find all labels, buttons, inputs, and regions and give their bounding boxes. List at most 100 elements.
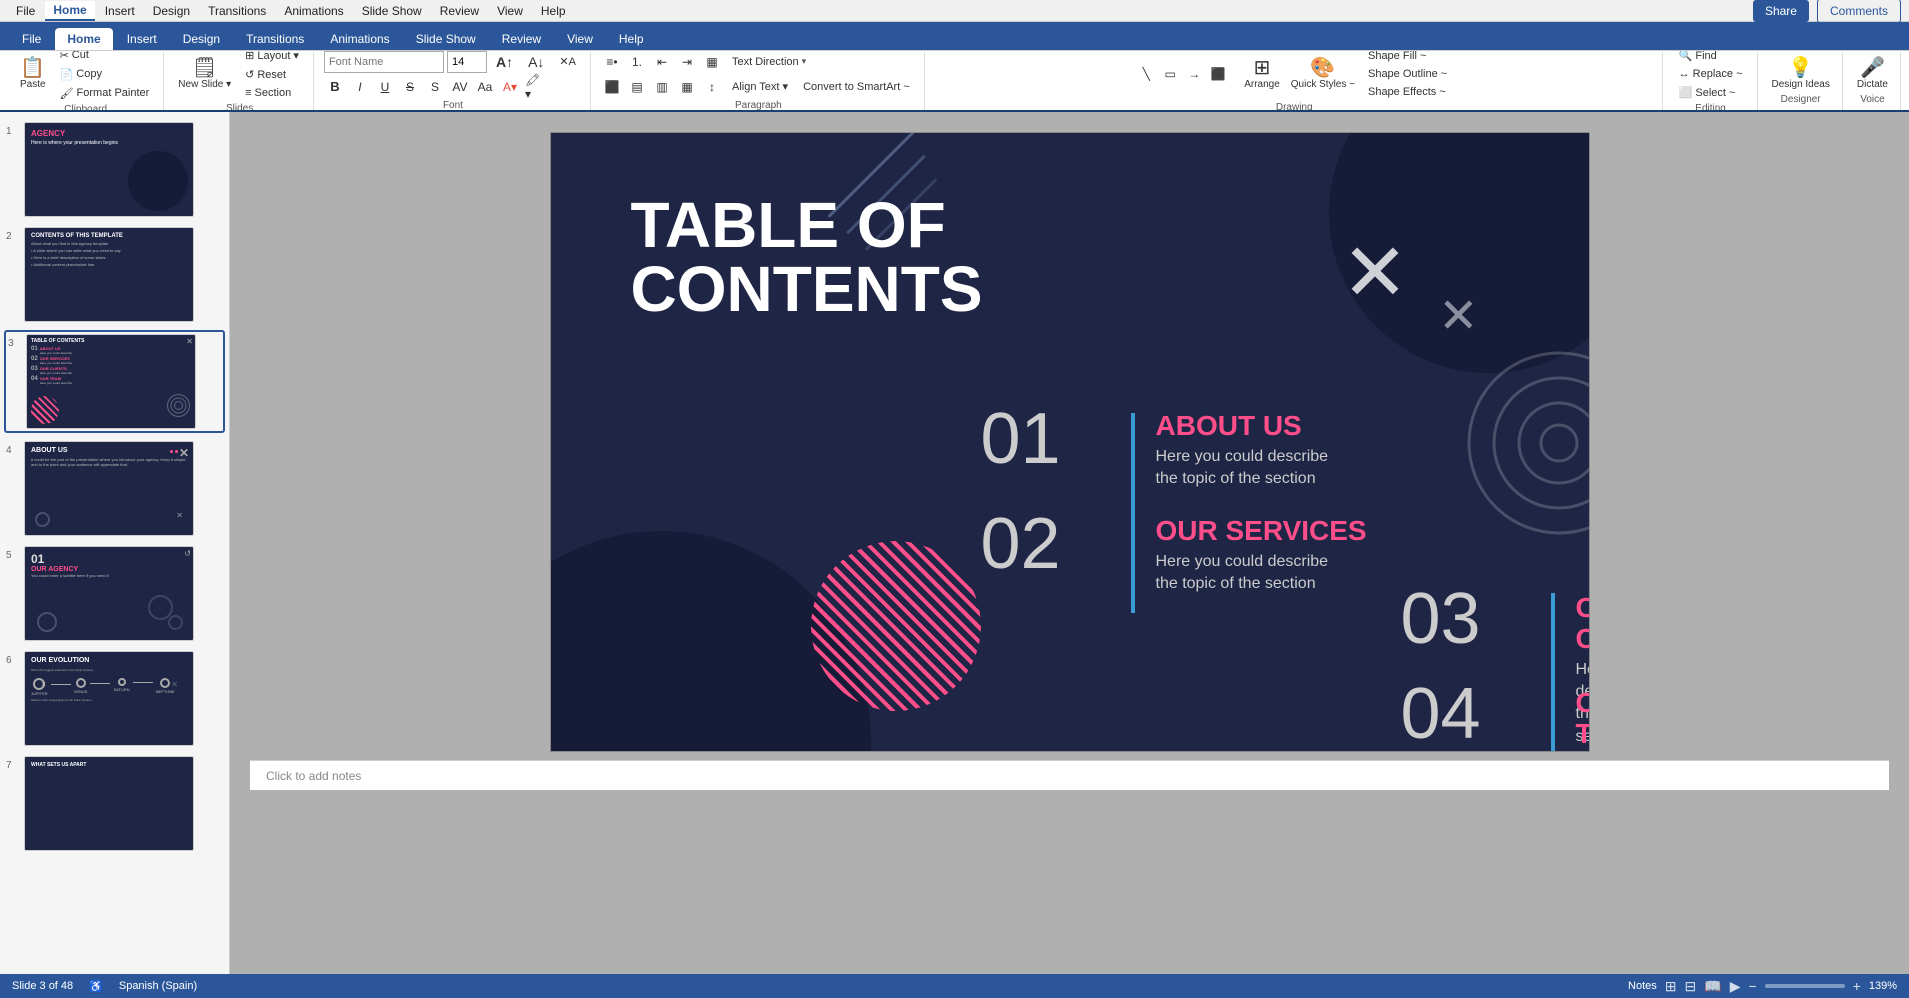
- comments-button[interactable]: Comments: [1817, 0, 1901, 23]
- numbering-button[interactable]: 1.: [626, 51, 648, 73]
- shape-outline-button[interactable]: Shape Outline ~: [1362, 66, 1453, 82]
- align-left-button[interactable]: ⬛: [601, 76, 623, 98]
- slide-preview-6: OUR EVOLUTION We're the biggest potentia…: [24, 651, 194, 746]
- slide-thumb-5[interactable]: 5 ↺ 01 OUR AGENCY You could enter a subt…: [4, 544, 225, 643]
- italic-button[interactable]: I: [349, 76, 371, 98]
- paste-button[interactable]: 📋 Paste: [16, 56, 50, 92]
- fontcolor-button[interactable]: A▾: [499, 76, 521, 98]
- text-direction-button[interactable]: Text Direction▾: [726, 54, 812, 70]
- line-spacing-button[interactable]: ↕: [701, 76, 723, 98]
- align-right-button[interactable]: ▥: [651, 76, 673, 98]
- new-slide-button[interactable]: 🗒 New Slide ▾: [174, 56, 235, 92]
- slide-thumb-1[interactable]: 1 AGENCY Here is where your presentation…: [4, 120, 225, 219]
- slide-info: Slide 3 of 48: [12, 980, 73, 992]
- menu-design[interactable]: Design: [145, 2, 198, 20]
- smartart-button[interactable]: Convert to SmartArt ~: [797, 79, 916, 95]
- quick-styles-button[interactable]: 🎨 Quick Styles ~: [1287, 56, 1359, 92]
- tab-home[interactable]: Home: [55, 28, 112, 50]
- tab-view[interactable]: View: [555, 28, 605, 50]
- status-bar: Slide 3 of 48 ♿ Spanish (Spain) Notes ⊞ …: [0, 974, 1909, 998]
- tab-design[interactable]: Design: [171, 28, 232, 50]
- shapes-more-button[interactable]: ⬛: [1207, 63, 1229, 85]
- zoom-out-button[interactable]: −: [1748, 978, 1756, 994]
- bullets-button[interactable]: ≡•: [601, 51, 623, 73]
- ribbon: File Home Insert Design Transitions Anim…: [0, 22, 1909, 112]
- font-size-input[interactable]: [447, 51, 487, 73]
- share-button[interactable]: Share: [1753, 0, 1809, 22]
- slide-number-5: 5: [6, 550, 20, 561]
- underline-button[interactable]: U: [374, 76, 396, 98]
- tab-review[interactable]: Review: [490, 28, 553, 50]
- find-button[interactable]: 🔍Find: [1673, 50, 1723, 64]
- slide-thumb-6[interactable]: 6 OUR EVOLUTION We're the biggest potent…: [4, 649, 225, 748]
- arrange-button[interactable]: ⊞ Arrange: [1240, 56, 1284, 92]
- reset-button[interactable]: ↺Reset: [239, 66, 305, 83]
- format-painter-button[interactable]: 🖌Format Painter: [54, 85, 156, 102]
- toc-item-1-content: ABOUT US Here you could describethe topi…: [1156, 411, 1329, 491]
- menu-help[interactable]: Help: [533, 2, 574, 20]
- reading-view-button[interactable]: 📖: [1704, 978, 1721, 995]
- tab-animations[interactable]: Animations: [318, 28, 401, 50]
- menu-file[interactable]: File: [8, 2, 43, 20]
- notes-button[interactable]: Notes: [1628, 980, 1657, 992]
- increase-font-button[interactable]: A↑: [490, 52, 519, 72]
- zoom-in-button[interactable]: +: [1853, 978, 1861, 994]
- layout-button[interactable]: ⊞Layout ▾: [239, 50, 305, 64]
- decrease-indent-button[interactable]: ⇤: [651, 51, 673, 73]
- copy-button[interactable]: 📄Copy: [54, 66, 156, 83]
- slide-thumb-4[interactable]: 4 ✕ ABOUT US It could be the part of the…: [4, 439, 225, 538]
- bold-button[interactable]: B: [324, 76, 346, 98]
- menu-transitions[interactable]: Transitions: [200, 2, 274, 20]
- menu-animations[interactable]: Animations: [276, 2, 351, 20]
- increase-indent-button[interactable]: ⇥: [676, 51, 698, 73]
- menu-view[interactable]: View: [489, 2, 531, 20]
- shape-line-button[interactable]: ╲: [1135, 63, 1157, 85]
- tab-file[interactable]: File: [10, 28, 53, 50]
- decrease-font-button[interactable]: A↓: [522, 52, 550, 72]
- shape-arrow-button[interactable]: →: [1183, 63, 1205, 85]
- menu-insert[interactable]: Insert: [97, 2, 143, 20]
- menu-slideshow[interactable]: Slide Show: [354, 2, 430, 20]
- strikethrough-button[interactable]: S: [399, 76, 421, 98]
- tab-transitions[interactable]: Transitions: [234, 28, 316, 50]
- slide-thumb-3[interactable]: 3 ✕ TABLE OF CONTENTS 01 ABOUT US Here y…: [4, 330, 225, 433]
- tab-insert[interactable]: Insert: [115, 28, 169, 50]
- normal-view-button[interactable]: ⊞: [1665, 978, 1677, 995]
- shape-fill-button[interactable]: Shape Fill ~: [1362, 50, 1453, 64]
- deco-cross-large: ✕: [1341, 233, 1408, 313]
- font-name-input[interactable]: [324, 51, 444, 73]
- ribbon-group-editing: 🔍Find ↔Replace ~ ⬜Select ~ Editing: [1665, 52, 1758, 110]
- charspacing-button[interactable]: AV: [449, 76, 471, 98]
- clear-format-button[interactable]: ✕A: [553, 53, 582, 70]
- slide-canvas[interactable]: ✕ ✕ TABLE OF CONTENTS: [550, 132, 1590, 752]
- zoom-slider[interactable]: [1765, 984, 1845, 988]
- slideshow-view-button[interactable]: ▶: [1730, 978, 1741, 995]
- shape-rect-button[interactable]: ▭: [1159, 63, 1181, 85]
- replace-button[interactable]: ↔Replace ~: [1673, 66, 1749, 82]
- fontcase-button[interactable]: Aa: [474, 76, 496, 98]
- dictate-button[interactable]: 🎤 Dictate: [1853, 56, 1892, 92]
- shadow-button[interactable]: S: [424, 76, 446, 98]
- slide-sorter-button[interactable]: ⊟: [1685, 978, 1697, 995]
- shape-effects-button[interactable]: Shape Effects ~: [1362, 84, 1453, 100]
- align-center-button[interactable]: ▤: [626, 76, 648, 98]
- justify-button[interactable]: ▦: [676, 76, 698, 98]
- highlight-button[interactable]: 🖍▾: [524, 76, 546, 98]
- menu-review[interactable]: Review: [432, 2, 487, 20]
- menu-home[interactable]: Home: [45, 1, 94, 21]
- new-slide-icon: 🗒: [192, 58, 217, 78]
- tab-slideshow[interactable]: Slide Show: [404, 28, 488, 50]
- columns-button[interactable]: ▦: [701, 51, 723, 73]
- design-ideas-button[interactable]: 💡 Design Ideas: [1768, 56, 1834, 92]
- section-button[interactable]: ≡Section: [239, 85, 305, 101]
- align-text-button[interactable]: Align Text ▾: [726, 78, 794, 95]
- slide-thumb-7[interactable]: 7 WHAT SETS US APART: [4, 754, 225, 853]
- notes-bar[interactable]: Click to add notes: [250, 760, 1889, 790]
- slide-thumb-2[interactable]: 2 CONTENTS OF THIS TEMPLATE About what y…: [4, 225, 225, 324]
- select-button[interactable]: ⬜Select ~: [1673, 84, 1742, 101]
- ribbon-group-paragraph: ≡• 1. ⇤ ⇥ ▦ Text Direction▾ ⬛ ▤ ▥ ▦ ↕ Al…: [593, 52, 925, 110]
- cut-button[interactable]: ✂Cut: [54, 50, 156, 64]
- notes-placeholder: Click to add notes: [266, 769, 361, 783]
- tab-help[interactable]: Help: [607, 28, 656, 50]
- slide-preview-3: ✕ TABLE OF CONTENTS 01 ABOUT US Here you…: [26, 334, 196, 429]
